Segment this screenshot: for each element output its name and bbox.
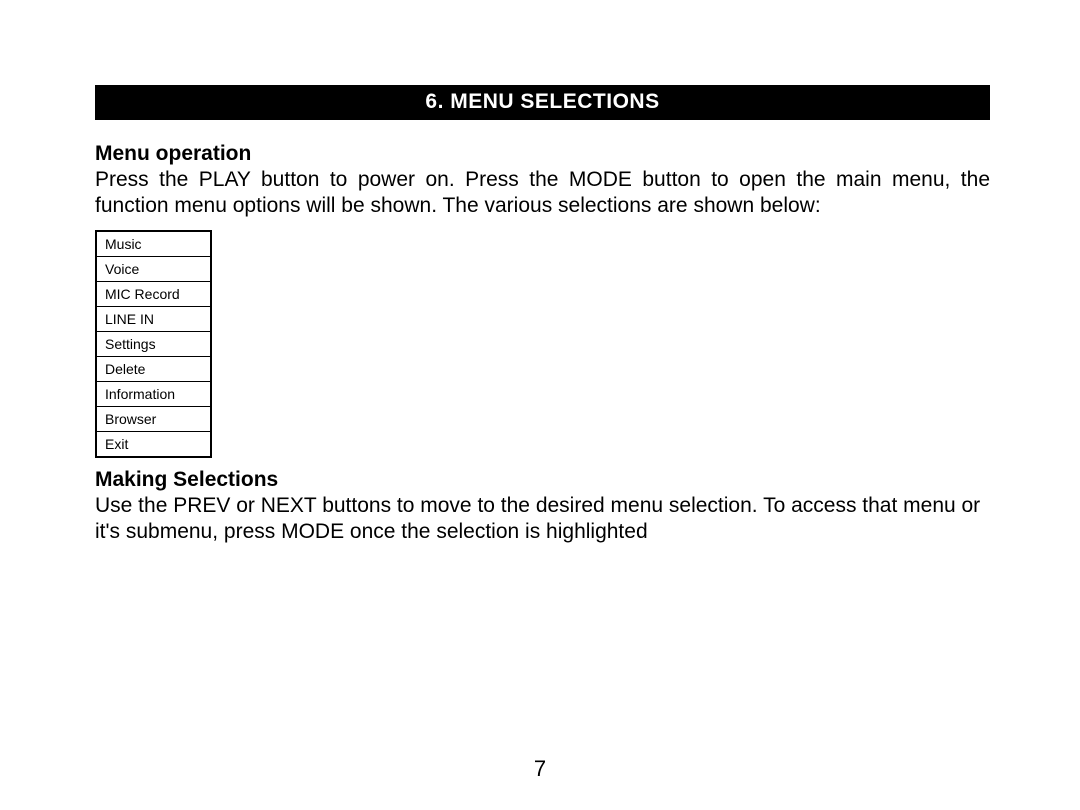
menu-item: Exit — [97, 432, 210, 456]
paragraph-menu-operation: Press the PLAY button to power on. Press… — [95, 167, 990, 218]
menu-item: MIC Record — [97, 282, 210, 307]
subhead-making-selections: Making Selections — [95, 468, 990, 492]
menu-item: Music — [97, 232, 210, 257]
menu-item: Browser — [97, 407, 210, 432]
subhead-menu-operation: Menu operation — [95, 142, 990, 166]
menu-item: Settings — [97, 332, 210, 357]
menu-item: Information — [97, 382, 210, 407]
menu-item: Delete — [97, 357, 210, 382]
section-header: 6. MENU SELECTIONS — [95, 85, 990, 120]
menu-item: Voice — [97, 257, 210, 282]
menu-options-table: Music Voice MIC Record LINE IN Settings … — [95, 230, 212, 458]
paragraph-making-selections: Use the PREV or NEXT buttons to move to … — [95, 493, 990, 544]
page-content: 6. MENU SELECTIONS Menu operation Press … — [0, 0, 1080, 544]
page-number: 7 — [0, 756, 1080, 782]
menu-item: LINE IN — [97, 307, 210, 332]
